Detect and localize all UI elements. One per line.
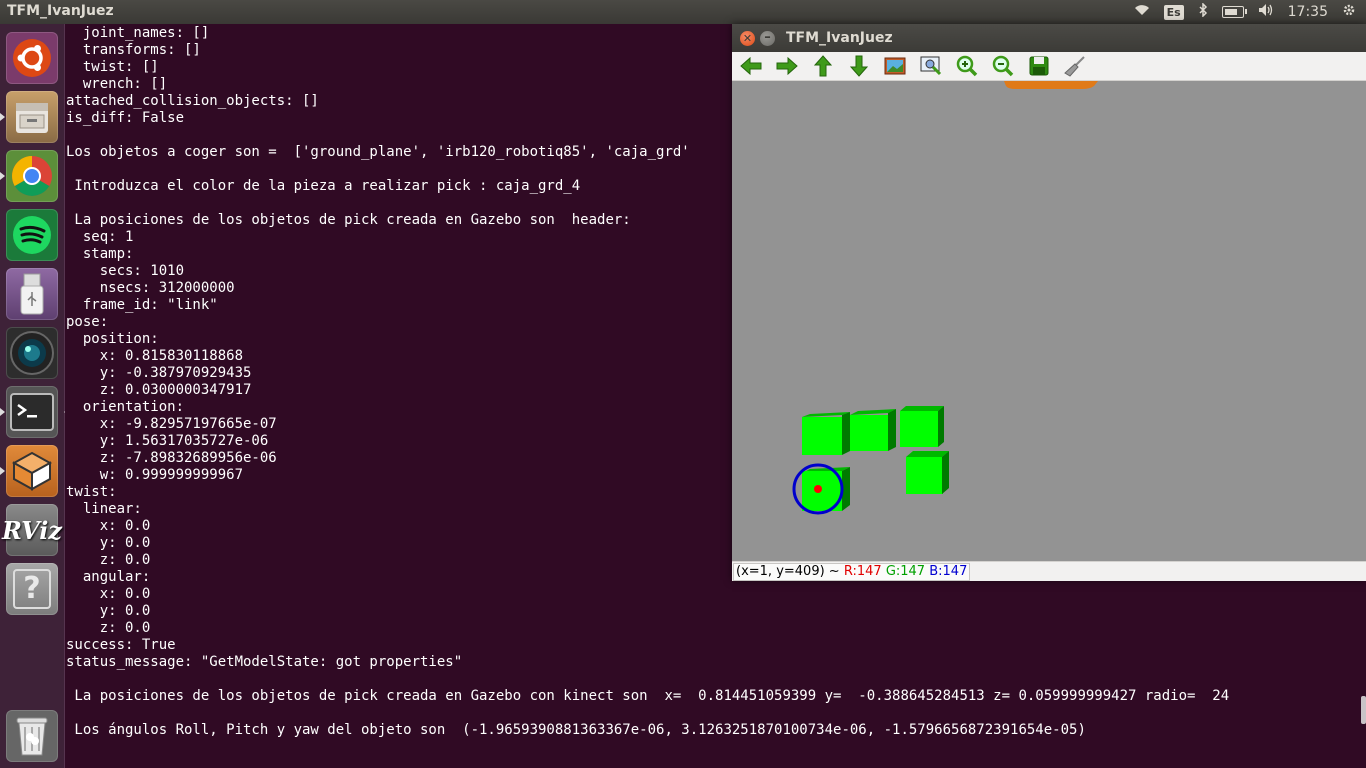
wifi-icon[interactable]: [1134, 4, 1150, 20]
clock[interactable]: 17:35: [1288, 4, 1328, 20]
spotify-icon: [13, 216, 51, 254]
terminal-line: y: 0.0: [66, 603, 151, 619]
terminal-scrollbar[interactable]: [1361, 696, 1366, 724]
clear-button[interactable]: [1062, 54, 1088, 78]
launcher-terminal[interactable]: [0, 386, 69, 438]
minimize-icon[interactable]: –: [760, 31, 775, 46]
system-tray: Es 17:35: [1134, 2, 1356, 21]
volume-icon[interactable]: [1258, 3, 1274, 21]
zoom-in-icon: [956, 55, 978, 77]
terminal-line: La posiciones de los objetos de pick cre…: [66, 688, 1230, 704]
original-view-button[interactable]: [882, 54, 908, 78]
back-button[interactable]: [738, 54, 764, 78]
file-cabinet-icon: [16, 103, 48, 133]
floppy-disk-icon: [1029, 56, 1049, 76]
launcher: RViz ?: [0, 24, 69, 768]
image-status-bar: (x=1, y=409) ~ R:147 G:147 B:147: [732, 561, 1366, 581]
arrow-left-icon: [740, 57, 762, 75]
zoom-in-button[interactable]: [954, 54, 980, 78]
camera-image[interactable]: [732, 81, 1366, 561]
launcher-google-chrome[interactable]: [0, 150, 58, 202]
terminal-line: x: 0.0: [66, 586, 151, 602]
launcher-webcam[interactable]: [6, 327, 58, 379]
launcher-box-app[interactable]: [0, 445, 58, 497]
down-button[interactable]: [846, 54, 872, 78]
launcher-rviz[interactable]: RViz: [2, 504, 62, 556]
ubuntu-logo-icon: [13, 39, 51, 77]
image-toolbar: [732, 52, 1366, 81]
settings-gear-icon[interactable]: [1342, 3, 1356, 21]
detection-center-dot: [814, 485, 822, 493]
terminal-line: status_message: "GetModelState: got prop…: [66, 654, 463, 670]
launcher-ubuntu-dash[interactable]: [6, 32, 58, 84]
save-button[interactable]: [1026, 54, 1052, 78]
up-button[interactable]: [810, 54, 836, 78]
active-window-title: TFM_IvanJuez: [7, 3, 114, 19]
launcher-trash[interactable]: [6, 710, 58, 762]
image-icon: [884, 57, 906, 75]
green-cube: [900, 406, 944, 447]
top-panel: TFM_IvanJuez Es 17:35: [0, 0, 1366, 24]
battery-icon[interactable]: [1221, 6, 1247, 18]
usb-drive-icon: [20, 273, 44, 315]
green-cube: [850, 409, 896, 451]
launcher-unknown-app[interactable]: ?: [6, 563, 58, 615]
launcher-files[interactable]: [0, 91, 58, 143]
launcher-usb-drive[interactable]: [6, 268, 58, 320]
question-mark-icon: ?: [13, 569, 51, 609]
image-window-titlebar[interactable]: ✕ – TFM_IvanJuez: [732, 24, 1366, 52]
image-window-title: TFM_IvanJuez: [786, 30, 893, 46]
trash-icon: [16, 717, 48, 756]
rviz-icon: RViz: [1, 515, 63, 545]
terminal-line: Los ángulos Roll, Pitch y yaw del objeto…: [66, 722, 1086, 738]
chrome-icon: [12, 156, 52, 196]
arrow-right-icon: [776, 57, 798, 75]
pixel-blue: B:147: [929, 564, 968, 579]
green-cube: [802, 412, 850, 455]
orange-object: [1004, 81, 1098, 89]
camera-lens-icon: [10, 331, 54, 375]
pixel-red: R:147: [843, 564, 882, 579]
close-icon[interactable]: ✕: [740, 31, 755, 46]
box-icon: [11, 451, 53, 491]
arrow-up-icon: [814, 55, 832, 77]
pixel-green: G:147: [885, 564, 926, 579]
launcher-spotify[interactable]: [6, 209, 58, 261]
broom-icon: [1064, 56, 1085, 77]
pixel-info: (x=1, y=409) ~ R:147 G:147 B:147: [733, 563, 971, 581]
pixel-coords: (x=1, y=409) ~: [736, 564, 840, 579]
zoom-fit-icon: [920, 56, 942, 76]
bluetooth-icon[interactable]: [1198, 2, 1208, 21]
terminal-line: z: 0.0: [66, 620, 151, 636]
zoom-out-icon: [992, 55, 1014, 77]
arrow-down-icon: [850, 55, 868, 77]
green-cube: [906, 451, 949, 494]
zoom-out-button[interactable]: [990, 54, 1016, 78]
terminal-line: success: True: [66, 637, 176, 653]
forward-button[interactable]: [774, 54, 800, 78]
image-view-window: ✕ – TFM_IvanJuez (x=1, y=409) ~ R:147 G:…: [732, 24, 1366, 581]
keyboard-layout-indicator[interactable]: Es: [1163, 4, 1184, 20]
terminal-icon: [10, 393, 54, 431]
zoom-fit-button[interactable]: [918, 54, 944, 78]
